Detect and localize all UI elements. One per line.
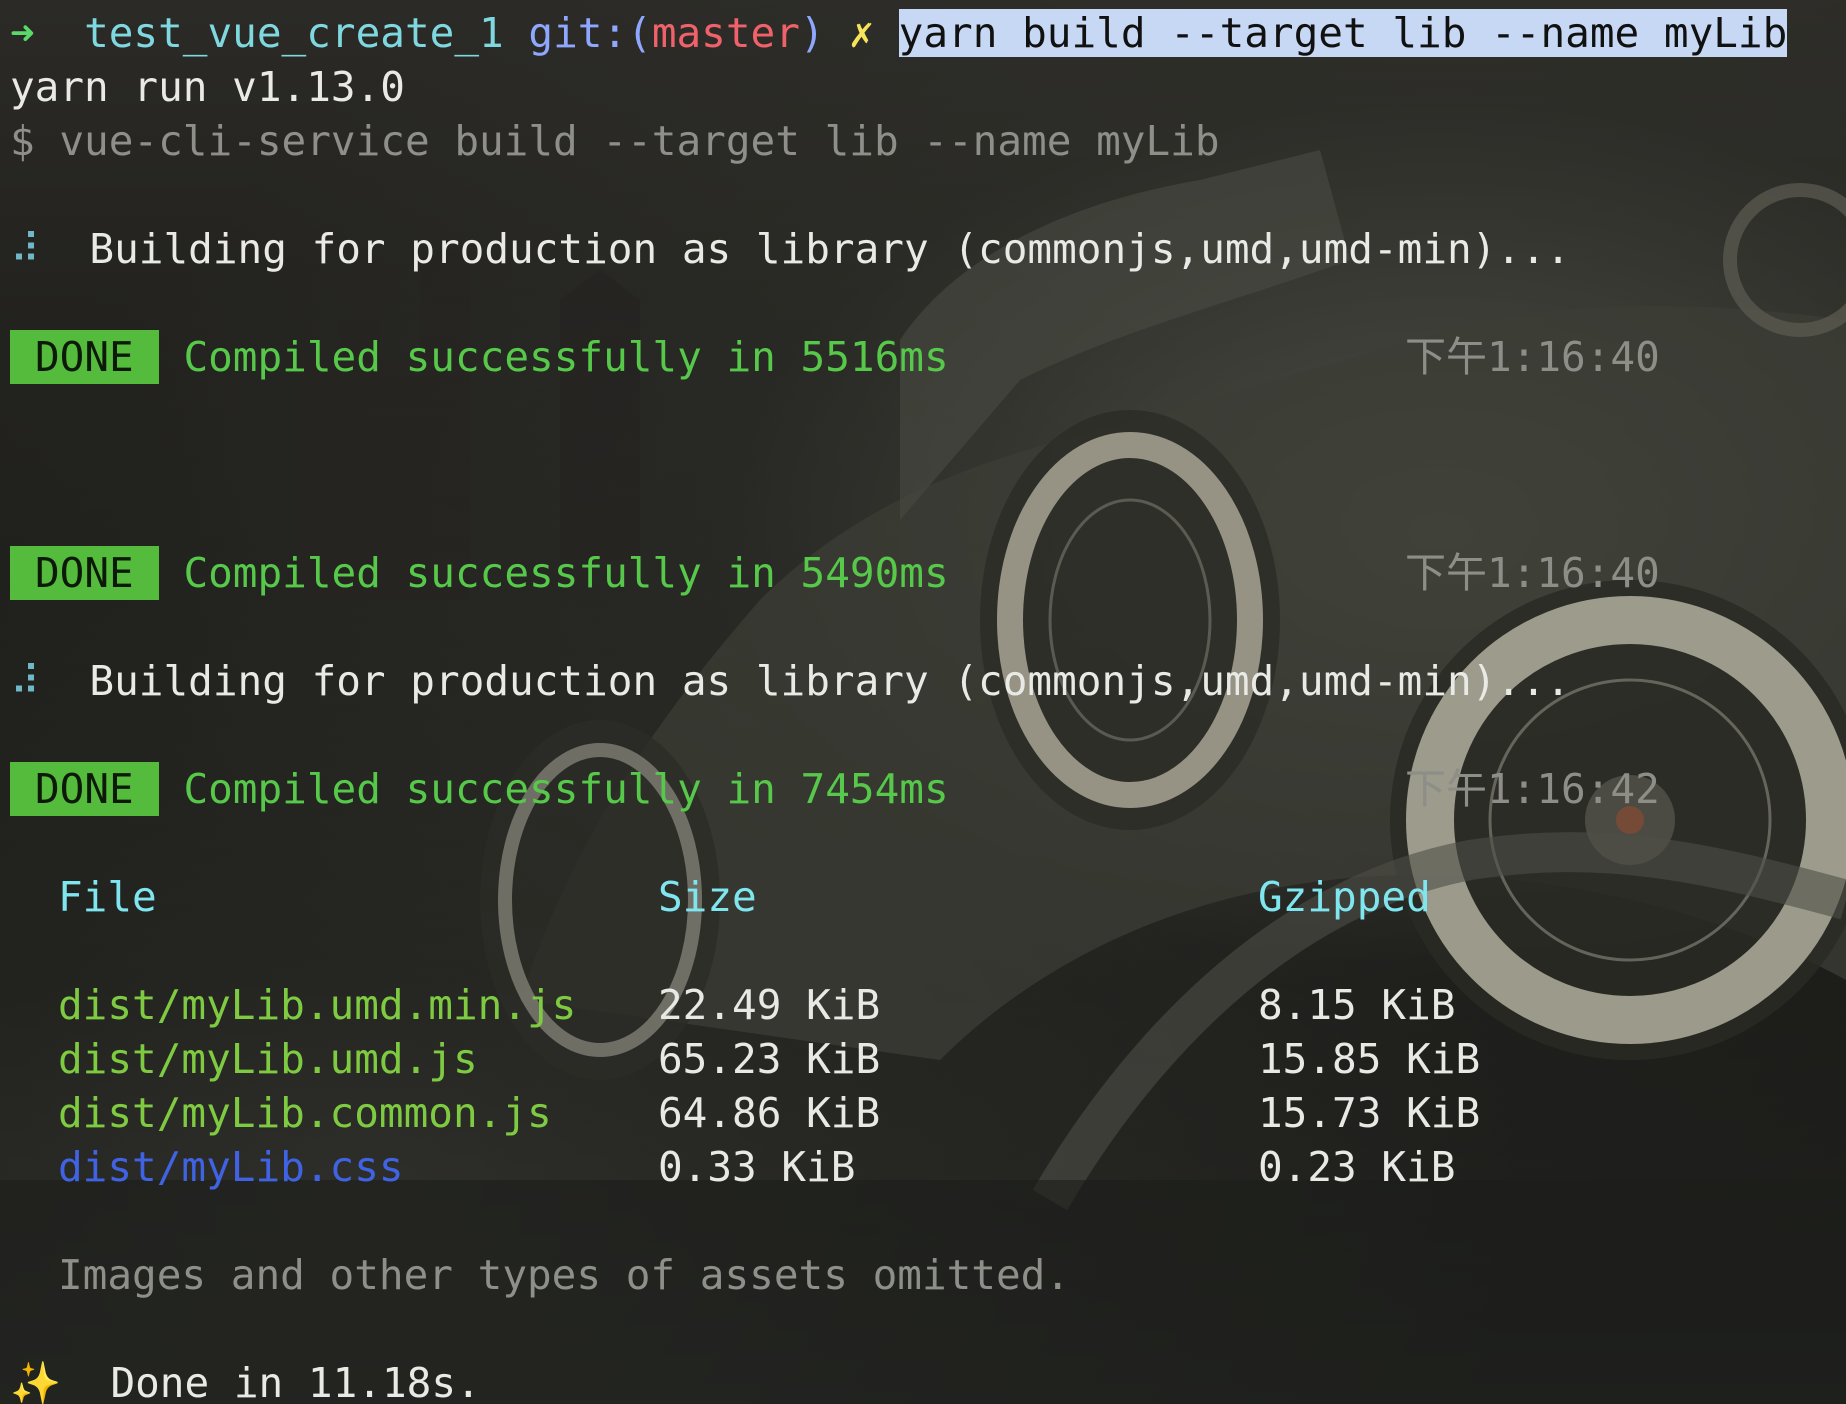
done-badge: DONE <box>10 330 159 384</box>
done-line-3: DONE Compiled successfully in 7454ms <box>10 762 949 816</box>
table-header-gzipped: Gzipped <box>1258 873 1431 921</box>
table-row-gzipped: 15.73 KiB <box>1258 1089 1481 1137</box>
command-prompt-line[interactable]: ➜ test_vue_create_1 git:(master) ✗ yarn … <box>10 6 1788 60</box>
table-row-size: 0.33 KiB <box>658 1143 856 1191</box>
table-header-size: Size <box>658 873 757 921</box>
table-row-gzipped: 8.15 KiB <box>1258 981 1456 1029</box>
table-row-size: 22.49 KiB <box>658 981 881 1029</box>
table-row-file: dist/myLib.common.js <box>58 1089 552 1137</box>
done-line-1: DONE Compiled successfully in 5516ms <box>10 330 949 384</box>
yarn-version-line: yarn run v1.13.0 <box>10 63 405 111</box>
table-header-file: File <box>58 873 157 921</box>
assets-omitted-note: Images and other types of assets omitted… <box>58 1251 1071 1299</box>
git-label-close: ) <box>799 9 825 57</box>
spinner-icon: ⠼ <box>10 657 41 705</box>
done-badge: DONE <box>10 546 159 600</box>
dirty-mark-icon: ✗ <box>849 9 874 57</box>
timestamp-3: 下午1:16:42 <box>1405 765 1660 813</box>
done-line-2: DONE Compiled successfully in 5490ms <box>10 546 949 600</box>
table-row-gzipped: 15.85 KiB <box>1258 1035 1481 1083</box>
prompt-arrow-icon: ➜ <box>10 9 35 57</box>
terminal-window[interactable]: ➜ test_vue_create_1 git:(master) ✗ yarn … <box>0 0 1846 1404</box>
building-line-2: ⠼ Building for production as library (co… <box>10 654 1570 708</box>
exec-command-line: $ vue-cli-service build --target lib --n… <box>10 117 1220 165</box>
done-time-text: Done in 11.18s. <box>110 1359 481 1404</box>
git-branch: master <box>651 9 800 57</box>
git-label: git:( <box>528 9 652 57</box>
table-row-size: 65.23 KiB <box>658 1035 881 1083</box>
done-summary-line: ✨ Done in 11.18s. <box>10 1356 481 1404</box>
compiled-message: Compiled successfully in 5490ms <box>183 549 949 597</box>
selected-command-text[interactable]: yarn build --target lib --name myLib <box>898 9 1788 57</box>
table-row-file: dist/myLib.umd.js <box>58 1035 478 1083</box>
building-line-1: ⠼ Building for production as library (co… <box>10 222 1570 276</box>
spinner-icon: ⠼ <box>10 225 41 273</box>
done-badge: DONE <box>10 762 159 816</box>
table-row-size: 64.86 KiB <box>658 1089 881 1137</box>
timestamp-1: 下午1:16:40 <box>1405 333 1660 381</box>
sparkle-icon: ✨ <box>10 1359 62 1404</box>
table-row-gzipped: 0.23 KiB <box>1258 1143 1456 1191</box>
table-row-file: dist/myLib.css <box>58 1143 404 1191</box>
compiled-message: Compiled successfully in 7454ms <box>183 765 949 813</box>
timestamp-2: 下午1:16:40 <box>1405 549 1660 597</box>
current-directory: test_vue_create_1 <box>84 9 504 57</box>
building-text: Building for production as library (comm… <box>89 225 1571 273</box>
building-text: Building for production as library (comm… <box>89 657 1571 705</box>
table-row-file: dist/myLib.umd.min.js <box>58 981 577 1029</box>
compiled-message: Compiled successfully in 5516ms <box>183 333 949 381</box>
